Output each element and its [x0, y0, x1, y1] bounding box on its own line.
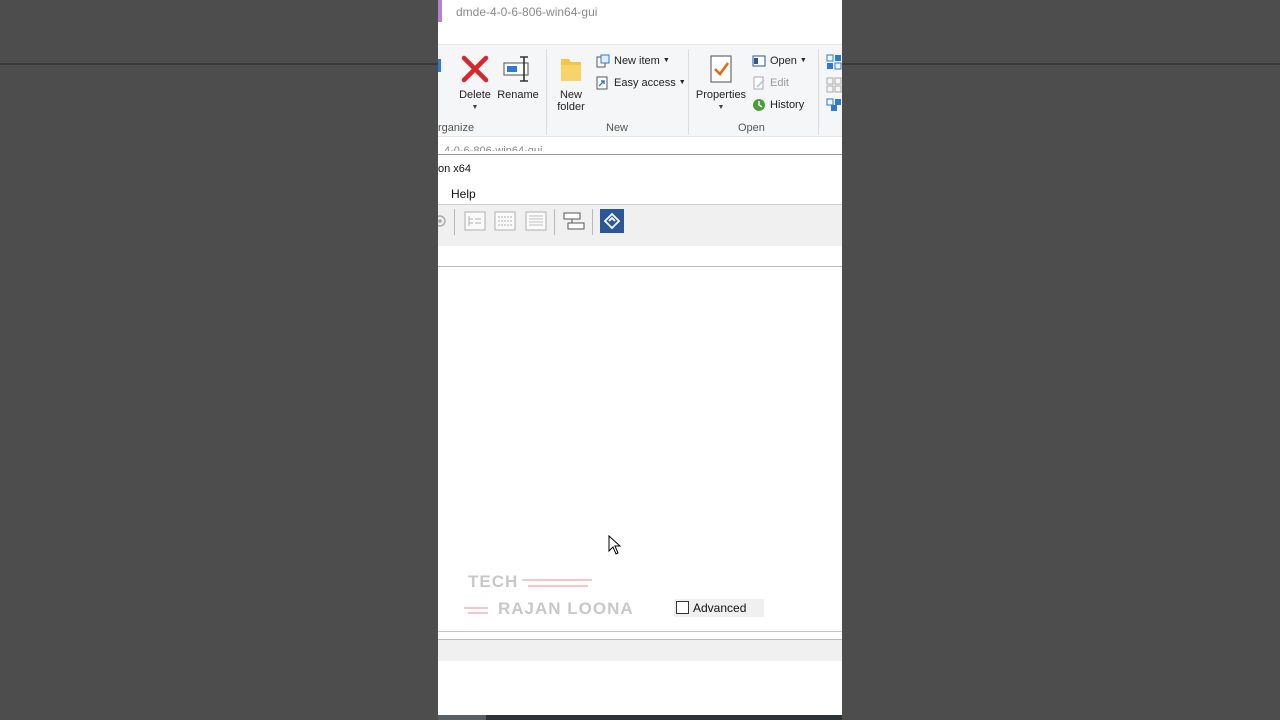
- folder-icon: [561, 59, 581, 81]
- obscured-path-text: 4-0-6-806-win64-gui: [444, 145, 543, 151]
- new-item-button[interactable]: New item ▼: [596, 52, 670, 70]
- new-item-caret: ▼: [662, 57, 670, 65]
- status-bar: [438, 639, 842, 663]
- edit-button[interactable]: Edit: [752, 74, 789, 92]
- history-label: History: [770, 99, 805, 111]
- cut-off-ribbon-icon: [438, 59, 441, 72]
- address-area: 4-0-6-806-win64-gui: [438, 136, 842, 155]
- toolbar-separator: [554, 209, 555, 235]
- taskbar-strip: [438, 715, 842, 720]
- watermark-tech: TECH: [468, 572, 519, 591]
- open-button[interactable]: Open ▼: [752, 52, 807, 70]
- edit-icon: [753, 76, 765, 90]
- delete-button[interactable]: Delete ▼: [456, 53, 494, 114]
- explorer-ribbon: Delete ▼ Rename rganize New folder New i…: [438, 44, 842, 137]
- history-button[interactable]: History: [752, 96, 804, 114]
- open-caret: ▼: [799, 57, 807, 65]
- watermark-stripe: [528, 585, 588, 587]
- dmde-toolbar: [438, 204, 842, 248]
- list-view-icon[interactable]: [493, 209, 517, 233]
- new-item-label: New item: [614, 55, 660, 67]
- taskbar-segment: [438, 715, 486, 720]
- rename-button[interactable]: Rename: [496, 53, 540, 101]
- new-folder-label-line2: folder: [557, 101, 585, 113]
- delete-label: Delete: [459, 89, 491, 101]
- easy-access-icon: [596, 76, 608, 90]
- open-group-label: Open: [738, 122, 765, 134]
- title-accent-bar: [438, 0, 442, 22]
- new-group-label: New: [606, 122, 629, 134]
- properties-button[interactable]: Properties ▼: [694, 53, 748, 114]
- easy-access-button[interactable]: Easy access ▼: [596, 74, 686, 92]
- open-icon: [752, 55, 766, 67]
- easy-access-label: Easy access: [614, 77, 676, 89]
- footer-divider: [438, 631, 842, 632]
- tree-view-icon[interactable]: [463, 209, 487, 233]
- group-separator: [688, 49, 689, 135]
- new-folder-label-line1: New: [559, 89, 582, 101]
- rename-label: Rename: [497, 89, 539, 101]
- properties-dropdown-caret[interactable]: ▼: [694, 102, 748, 114]
- watermark-stripe: [464, 607, 488, 609]
- advanced-checkbox-box[interactable]: [676, 601, 689, 615]
- watermark-name: RAJAN LOONA: [498, 599, 634, 618]
- organize-group-label: rganize: [438, 122, 475, 134]
- explorer-title-bar: dmde-4-0-6-806-win64-gui: [438, 0, 842, 44]
- dmde-window-title: on x64: [438, 163, 472, 175]
- backdrop-line-right: [842, 63, 1280, 65]
- rename-icon: [503, 56, 529, 82]
- screen-frame: dmde-4-0-6-806-win64-gui Delete ▼ Rename…: [438, 0, 842, 720]
- toolbar-separator: [592, 209, 593, 235]
- group-separator: [818, 49, 819, 135]
- toolbar-separator: [454, 209, 455, 235]
- menu-help[interactable]: Help: [451, 187, 476, 201]
- easy-access-caret: ▼: [678, 79, 686, 87]
- dmde-path-bar: [438, 246, 842, 267]
- delete-dropdown-caret[interactable]: ▼: [456, 102, 494, 114]
- group-separator: [546, 49, 547, 135]
- gear-icon[interactable]: [438, 209, 448, 233]
- backdrop-line-left: [0, 63, 438, 65]
- explorer-title: dmde-4-0-6-806-win64-gui: [456, 5, 598, 19]
- lower-blank-area: [438, 661, 842, 715]
- open-label: Open: [770, 55, 797, 67]
- mouse-cursor-icon: [608, 535, 622, 555]
- watermark-stripe: [468, 612, 488, 614]
- new-folder-button[interactable]: New folder: [552, 53, 590, 113]
- menu-bar: Help: [451, 187, 476, 201]
- advanced-checkbox[interactable]: Advanced: [674, 599, 764, 617]
- select-group-icons[interactable]: [826, 53, 842, 113]
- details-view-icon[interactable]: [524, 209, 548, 233]
- new-item-icon: [596, 54, 610, 68]
- edit-label: Edit: [770, 77, 789, 89]
- advanced-label: Advanced: [693, 601, 747, 615]
- partition-icon[interactable]: [562, 209, 586, 233]
- dmde-logo-icon[interactable]: [600, 209, 624, 233]
- dmde-window: on x64 Help TECH RAJAN LOONA Advanced: [438, 154, 842, 720]
- properties-icon: [710, 55, 732, 83]
- properties-label: Properties: [695, 89, 747, 101]
- delete-x-icon: [461, 55, 489, 83]
- history-icon: [753, 99, 765, 112]
- watermark-stripe: [522, 579, 592, 581]
